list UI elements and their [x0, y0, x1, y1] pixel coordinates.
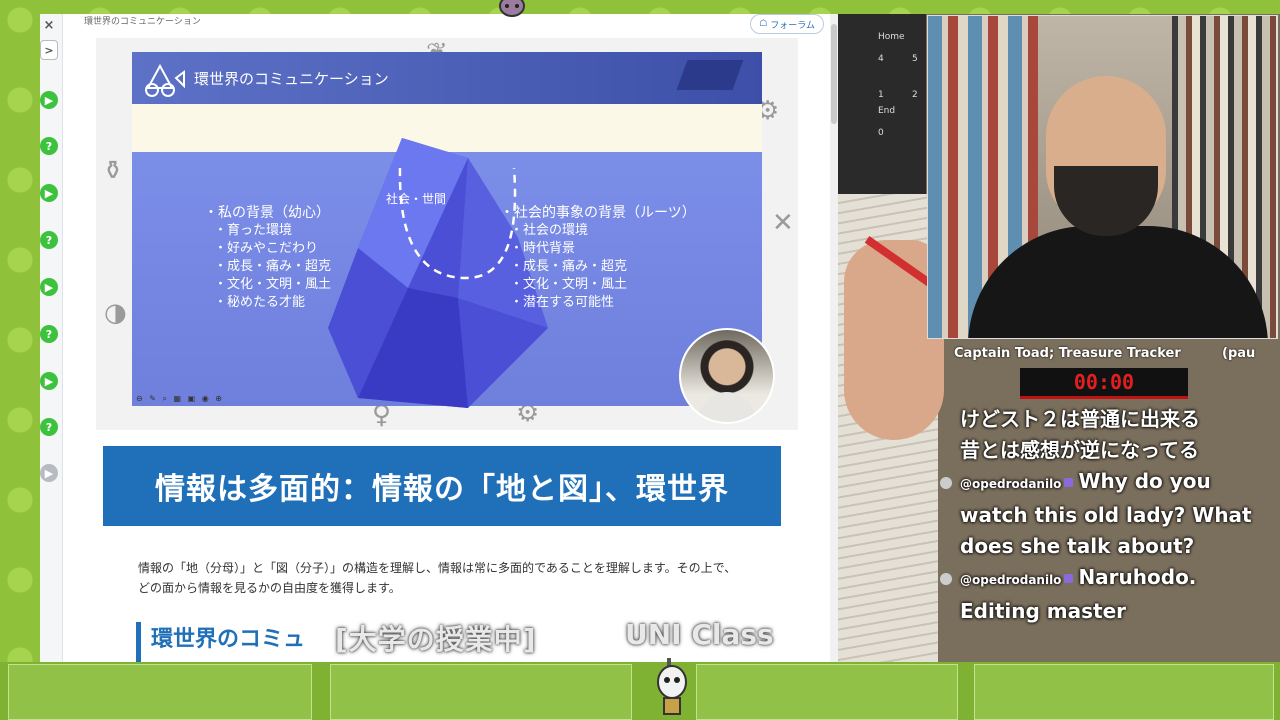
chat-message: 昔とは感想が逆になってる [940, 435, 1270, 466]
webcam-feed [927, 15, 1278, 339]
slide-title: 環世界のコミュニケーション [194, 69, 389, 88]
key: 4 [878, 54, 884, 64]
banner-title: 情報は多面的：情報の「地と図」、環世界 [155, 472, 729, 507]
chat-message: けどスト２は普通に出来る [940, 404, 1270, 435]
grid-icon[interactable]: ▦ [174, 394, 184, 403]
lesson-item-video-4[interactable]: ▶ [40, 372, 58, 390]
slide-title-bar: 環世界のコミュニケーション [132, 52, 762, 104]
forward-icon[interactable]: ⊕ [215, 394, 224, 403]
camera-icon[interactable]: ▣ [188, 394, 198, 403]
lesson-sidebar: × > ▶ ? ▶ ? ▶ ? ▶ ? ▶ [40, 14, 63, 662]
user-avatar-icon [940, 572, 952, 585]
page-title: 環世界のコミュニケーション [84, 17, 201, 27]
key: Home [878, 32, 905, 42]
slide-right-item: ・成長・痛み・超克 [510, 259, 628, 274]
chat-username: @opedrodanilo [960, 573, 1062, 587]
lesson-item-video-3[interactable]: ▶ [40, 278, 58, 296]
slide-left-item: ・好みやこだわり [214, 241, 319, 256]
section-banner: 情報は多面的：情報の「地と図」、環世界 [103, 446, 781, 526]
slide-left-heading: ・私の背景（幼心） [204, 205, 330, 221]
close-icon[interactable]: × [40, 16, 58, 34]
chevron-right-icon[interactable]: > [40, 40, 58, 60]
lesson-item-quiz-2[interactable]: ? [40, 231, 58, 249]
speaker-body [699, 392, 755, 422]
slide-left-list: ・私の背景（幼心） ・育った環境 ・好みやこだわり ・成長・痛み・超克 ・文化・… [204, 204, 331, 312]
page-scrollbar[interactable] [830, 14, 838, 662]
slide-logo-icon [138, 58, 190, 98]
chat-bubble-icon: ☖ [759, 19, 768, 29]
game-title: Captain Toad; Treasure Tracker [954, 346, 1181, 361]
lesson-item-quiz-4[interactable]: ? [40, 418, 58, 436]
section-subheading: 環世界のコミュ [136, 622, 305, 662]
kettle-icon: ⚱ [102, 156, 124, 186]
slide-left-item: ・秘めたる才能 [214, 295, 306, 310]
chat-text: 昔とは感想が逆になってる [960, 438, 1199, 462]
key: 1 [878, 90, 884, 100]
lesson-item-current[interactable]: ▶ [40, 464, 58, 482]
forum-button[interactable]: ☖ フォーラム [750, 14, 824, 34]
slide-right-item: ・時代背景 [510, 241, 576, 256]
speaker-avatar [679, 328, 775, 424]
bottom-panel [696, 664, 958, 720]
bottom-panel [974, 664, 1274, 720]
stream-caption: [大学の授業中] [335, 623, 537, 656]
bottom-panel [330, 664, 632, 720]
slide-center-label: 社会・世間 [386, 192, 447, 206]
lecture-video[interactable]: ⚱ ⚙ ✕ ◑ ⚙ ♀ ❦ 環世界のコミュニケーション [96, 38, 798, 430]
pen-icon[interactable]: ✎ [149, 394, 158, 403]
course-page: × > ▶ ? ▶ ? ▶ ? ▶ ? ▶ 環世界のコミュニケーション ☖ フォ… [40, 14, 838, 662]
user-avatar-icon [940, 476, 952, 489]
lesson-item-video-1[interactable]: ▶ [40, 91, 58, 109]
chat-message: @opedrodanilo Naruhodo. Editing master [940, 562, 1270, 627]
key: End [878, 106, 896, 116]
bottom-panel [8, 664, 312, 720]
zoom-icon[interactable]: ⌕ [163, 394, 169, 403]
back-icon[interactable]: ⊖ [136, 394, 145, 403]
chat-message: @opedrodanilo Why do you watch this old l… [940, 466, 1270, 562]
slide-left-item: ・育った環境 [214, 223, 293, 238]
speedrun-timer: 00:00 [1020, 368, 1188, 399]
keyboard: Home 4 5 1 2 End 0 [838, 14, 926, 194]
play-icon[interactable]: ◉ [202, 394, 211, 403]
lesson-item-video-2[interactable]: ▶ [40, 184, 58, 202]
subscriber-badge-icon [1064, 574, 1074, 583]
slide-left-item: ・成長・痛み・超克 [214, 259, 332, 274]
slide-right-item: ・社会の環境 [510, 223, 589, 238]
slide-right-item: ・潜在する可能性 [510, 295, 615, 310]
chat-username: @opedrodanilo [960, 477, 1062, 491]
pan-icon: ◑ [104, 298, 127, 328]
mascot-icon [657, 658, 687, 715]
chat-text: けどスト２は普通に出来る [960, 407, 1200, 431]
tool-icon: ✕ [772, 208, 794, 238]
stream-class-label: UNI Class [625, 618, 774, 651]
key: 5 [912, 54, 918, 64]
slide-right-list: ・社会的事象の背景（ルーツ） ・社会の環境 ・時代背景 ・成長・痛み・超克 ・文… [500, 204, 696, 312]
key: 0 [878, 128, 884, 138]
lesson-item-quiz-3[interactable]: ? [40, 325, 58, 343]
slide-right-item: ・文化・文明・風土 [510, 277, 628, 292]
slide-corner-decoration [676, 60, 744, 90]
game-title-extra: (pau [1222, 346, 1256, 361]
forum-button-label: フォーラム [770, 20, 815, 31]
video-controls[interactable]: ⊖ ✎ ⌕ ▦ ▣ ◉ ⊕ [136, 394, 224, 404]
subscriber-badge-icon [1064, 478, 1074, 487]
scrollbar-thumb[interactable] [831, 24, 837, 124]
mascot-top-icon [499, 0, 525, 17]
chat-overlay: けどスト２は普通に出来る 昔とは感想が逆になってる @opedrodanilo W… [940, 404, 1270, 627]
slide-left-item: ・文化・文明・風土 [214, 277, 332, 292]
key: 2 [912, 90, 918, 100]
lesson-item-quiz-1[interactable]: ? [40, 137, 58, 155]
section-description: 情報の「地（分母）」と「図（分子）」の構造を理解し、情報は常に多面的であることを… [138, 561, 737, 595]
slide-right-heading: ・社会的事象の背景（ルーツ） [500, 205, 696, 221]
